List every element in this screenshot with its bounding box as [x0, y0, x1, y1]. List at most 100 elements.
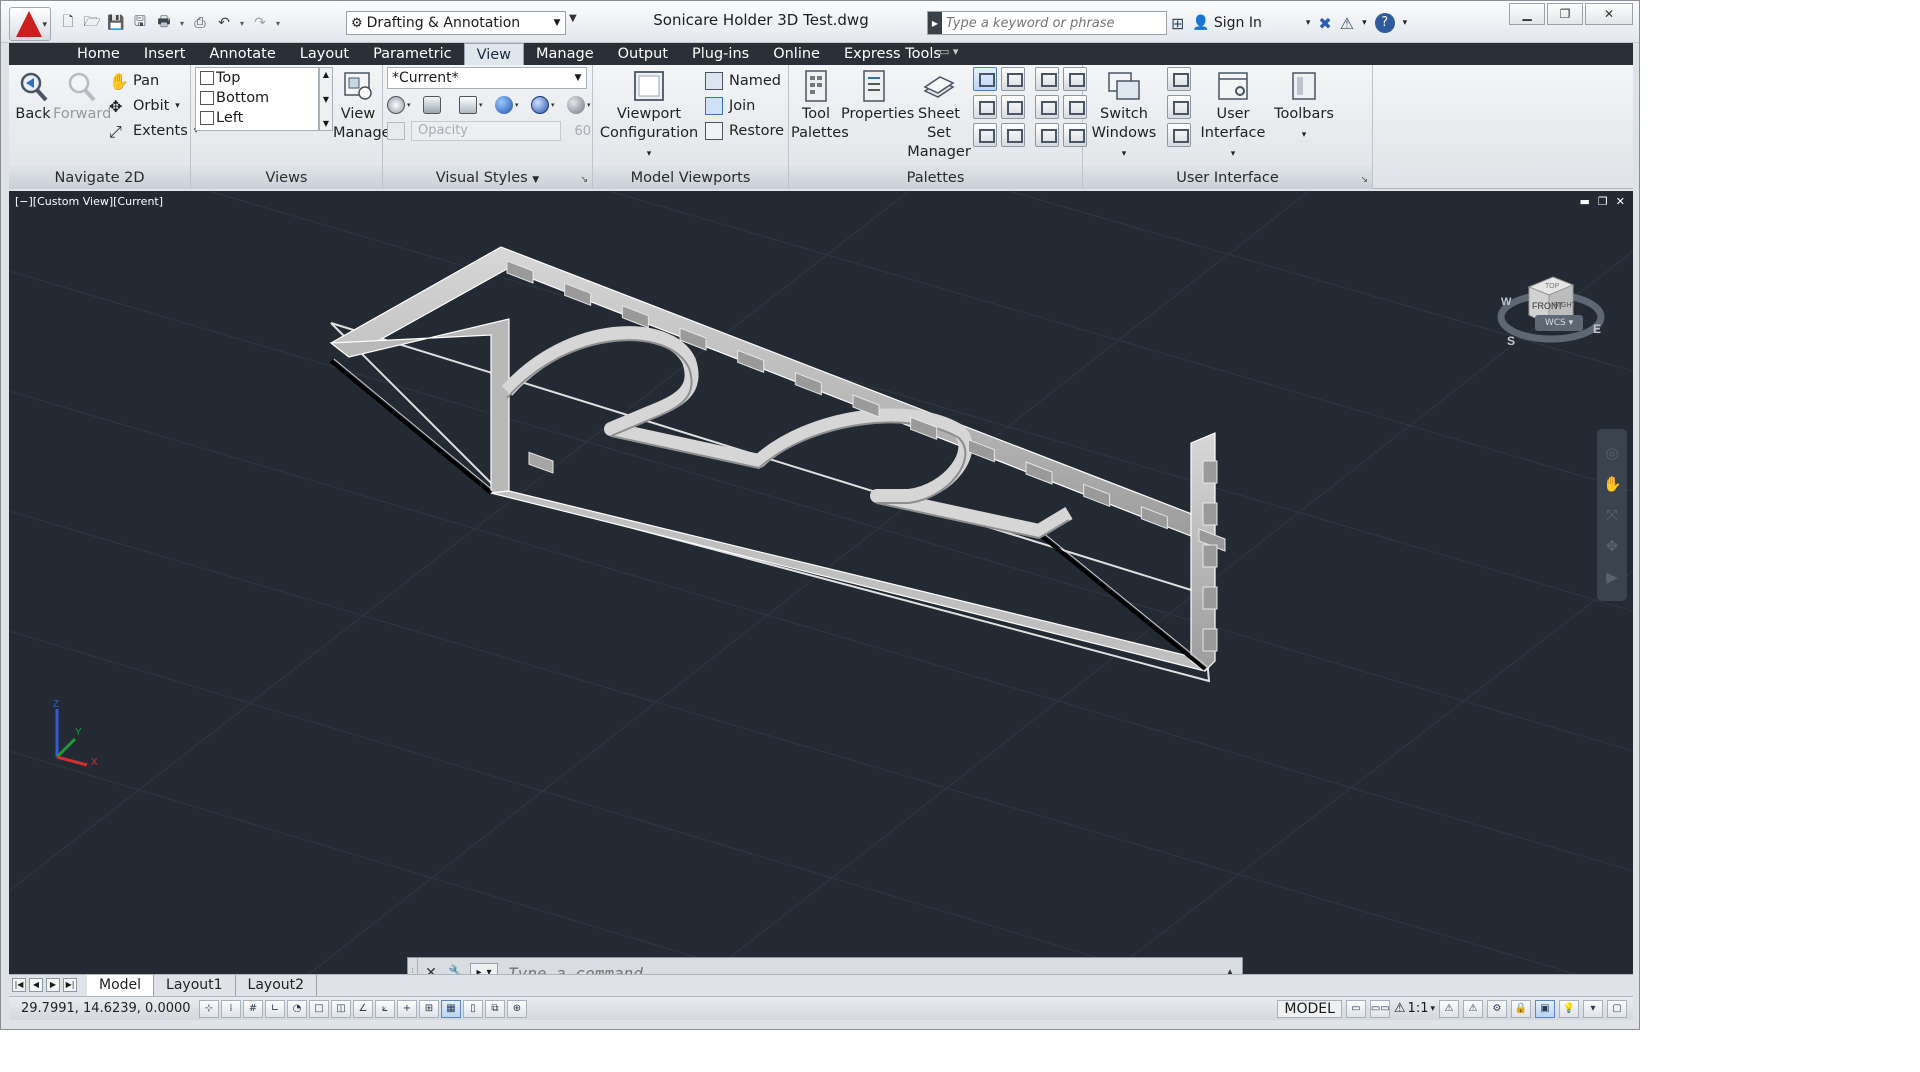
views-scrollbar[interactable]: ▲ ▼ ▼: [319, 67, 333, 131]
tile-vertically-icon[interactable]: [1167, 95, 1191, 119]
expand-arrow-icon[interactable]: ▶: [928, 12, 942, 34]
tab-insert[interactable]: Insert: [132, 43, 198, 65]
dynamic-input-icon[interactable]: +: [397, 999, 417, 1018]
properties-button[interactable]: Properties: [841, 69, 914, 124]
cursor-coordinates[interactable]: 29.7991, 14.6239, 0.0000: [9, 1001, 199, 1016]
forward-button[interactable]: Forward: [53, 69, 111, 124]
print-icon[interactable]: ⎙: [189, 12, 211, 34]
viewcube[interactable]: FRONT RIGHT TOP S E W: [1489, 239, 1619, 379]
grid-display-icon[interactable]: #: [243, 999, 263, 1018]
viewport-configuration-button[interactable]: Viewport Configuration ▾: [599, 69, 699, 164]
back-button[interactable]: Back: [13, 69, 53, 124]
grip-handle[interactable]: ⋮: [408, 958, 418, 974]
pan-icon[interactable]: ✋: [1603, 475, 1622, 493]
hardware-acceleration-icon[interactable]: ▣: [1535, 999, 1555, 1018]
wrench-icon[interactable]: 🔧: [444, 965, 470, 974]
sheet-set-manager-button[interactable]: Sheet Set Manager: [907, 69, 971, 162]
first-layout-icon[interactable]: |◀: [12, 978, 26, 992]
layer-properties-icon[interactable]: [1035, 67, 1059, 91]
external-references-icon[interactable]: [1001, 123, 1025, 147]
chevron-down-icon[interactable]: ▾: [273, 19, 283, 28]
save-icon[interactable]: 💾: [105, 12, 127, 34]
save-as-icon[interactable]: 🖫: [129, 12, 151, 34]
tab-annotate[interactable]: Annotate: [197, 43, 287, 65]
polar-tracking-icon[interactable]: ◔: [287, 999, 307, 1018]
named-button[interactable]: Named: [705, 69, 781, 93]
ortho-mode-icon[interactable]: ∟: [265, 999, 285, 1018]
recent-commands-button[interactable]: ▸_▾: [470, 963, 498, 974]
layout-tab-model[interactable]: Model: [87, 974, 155, 996]
scroll-down-icon[interactable]: ▼: [323, 95, 329, 104]
wcs-menu[interactable]: WCS ▾: [1535, 315, 1583, 331]
quick-view-layouts-icon[interactable]: ▭: [1345, 999, 1366, 1018]
cascade-icon[interactable]: [1167, 123, 1191, 147]
lineweight-icon[interactable]: ⊞: [419, 999, 439, 1018]
3d-model[interactable]: [329, 246, 1216, 683]
minimize-button[interactable]: ▁: [1509, 3, 1545, 25]
view-manager-button[interactable]: View Manager: [333, 69, 397, 143]
status-menu-icon[interactable]: ▾: [1583, 999, 1603, 1018]
expand-icon[interactable]: ▼: [323, 119, 329, 128]
tab-manage[interactable]: Manage: [524, 43, 606, 65]
view-item-top[interactable]: Top: [196, 68, 318, 88]
lighting-button[interactable]: ▾: [495, 93, 525, 117]
tab-view[interactable]: View: [463, 43, 525, 65]
markup-set-icon[interactable]: [973, 95, 997, 119]
tab-parametric[interactable]: Parametric: [361, 43, 464, 65]
layout-tab-layout2[interactable]: Layout2: [236, 974, 318, 996]
help-icon[interactable]: ?: [1374, 13, 1395, 33]
application-menu-button[interactable]: ▾: [9, 7, 51, 41]
tile-horizontally-icon[interactable]: [1167, 67, 1191, 91]
customize-qat-icon[interactable]: ▼: [569, 13, 577, 24]
annotation-visibility-icon[interactable]: ⚠: [1439, 999, 1459, 1018]
viewport-label[interactable]: [−][Custom View][Current]: [15, 195, 163, 208]
pan-button[interactable]: ✋ Pan: [109, 69, 159, 93]
orbit-button[interactable]: ✥ Orbit ▾: [109, 94, 180, 118]
opacity-slider[interactable]: Opacity: [411, 121, 561, 141]
visual-style-select[interactable]: *Current* ▼: [387, 67, 587, 89]
dialog-launcher-icon[interactable]: ↘: [580, 175, 588, 185]
tab-output[interactable]: Output: [606, 43, 680, 65]
layout-tab-layout1[interactable]: Layout1: [154, 974, 236, 996]
materials-button[interactable]: ▾: [531, 93, 561, 117]
chevron-down-icon[interactable]: ▾: [1362, 18, 1367, 28]
user-interface-button[interactable]: User Interface ▾: [1199, 69, 1267, 164]
maximize-button[interactable]: ❐: [1547, 3, 1583, 25]
panel-title[interactable]: Visual Styles ▼: [383, 167, 592, 189]
showmotion-icon[interactable]: ▶: [1603, 568, 1621, 586]
minimize-ribbon-icon[interactable]: ▭ ▾: [939, 45, 958, 58]
object-snap-tracking-icon[interactable]: ∠: [353, 999, 373, 1018]
sign-in-button[interactable]: 👤 Sign In ▾: [1192, 15, 1310, 31]
drawing-viewport[interactable]: [−][Custom View][Current] ▬ ❐ ✕ FRONT RI…: [9, 191, 1633, 974]
quick-properties-icon[interactable]: ▯: [463, 999, 483, 1018]
chevron-down-icon[interactable]: ▾: [177, 19, 187, 28]
selection-cycling-icon[interactable]: ⧉: [485, 999, 505, 1018]
zoom-extents-icon[interactable]: ⤧: [1603, 506, 1621, 524]
lock-icon[interactable]: 🔒: [1511, 999, 1531, 1018]
workspace-switcher[interactable]: ⚙ Drafting & Annotation ▼: [346, 11, 566, 35]
command-input[interactable]: [498, 960, 1218, 974]
auto-scale-icon[interactable]: ⚠: [1463, 999, 1483, 1018]
tool-palettes-button[interactable]: Tool Palettes: [791, 69, 849, 143]
toolbars-button[interactable]: Toolbars ▾: [1267, 69, 1341, 145]
tab-home[interactable]: Home: [65, 43, 132, 65]
restore-viewport-icon[interactable]: ❐: [1598, 195, 1608, 208]
previous-layout-icon[interactable]: ◀: [29, 978, 43, 992]
snap-mode-icon[interactable]: ⁞: [221, 999, 241, 1018]
dbconnect-icon[interactable]: [973, 123, 997, 147]
search-input[interactable]: [942, 13, 1166, 33]
orbit-icon[interactable]: ✥: [1603, 537, 1621, 555]
binoculars-icon[interactable]: ⊞: [1171, 14, 1184, 33]
open-file-icon[interactable]: 🗁: [81, 12, 103, 34]
close-command-line-icon[interactable]: ✕: [418, 965, 444, 974]
tab-express-tools[interactable]: Express Tools: [832, 43, 953, 65]
quick-view-drawings-icon[interactable]: ▭▭: [1369, 999, 1390, 1018]
minimize-viewport-icon[interactable]: ▬: [1580, 195, 1590, 208]
tab-plug-ins[interactable]: Plug-ins: [680, 43, 761, 65]
switch-windows-button[interactable]: Switch Windows ▾: [1089, 69, 1159, 164]
view-item-bottom[interactable]: Bottom: [196, 88, 318, 108]
new-file-icon[interactable]: 🗋: [57, 12, 79, 34]
design-center-icon[interactable]: [1001, 67, 1025, 91]
close-viewport-icon[interactable]: ✕: [1616, 195, 1625, 208]
infer-constraints-icon[interactable]: ⊹: [199, 999, 219, 1018]
